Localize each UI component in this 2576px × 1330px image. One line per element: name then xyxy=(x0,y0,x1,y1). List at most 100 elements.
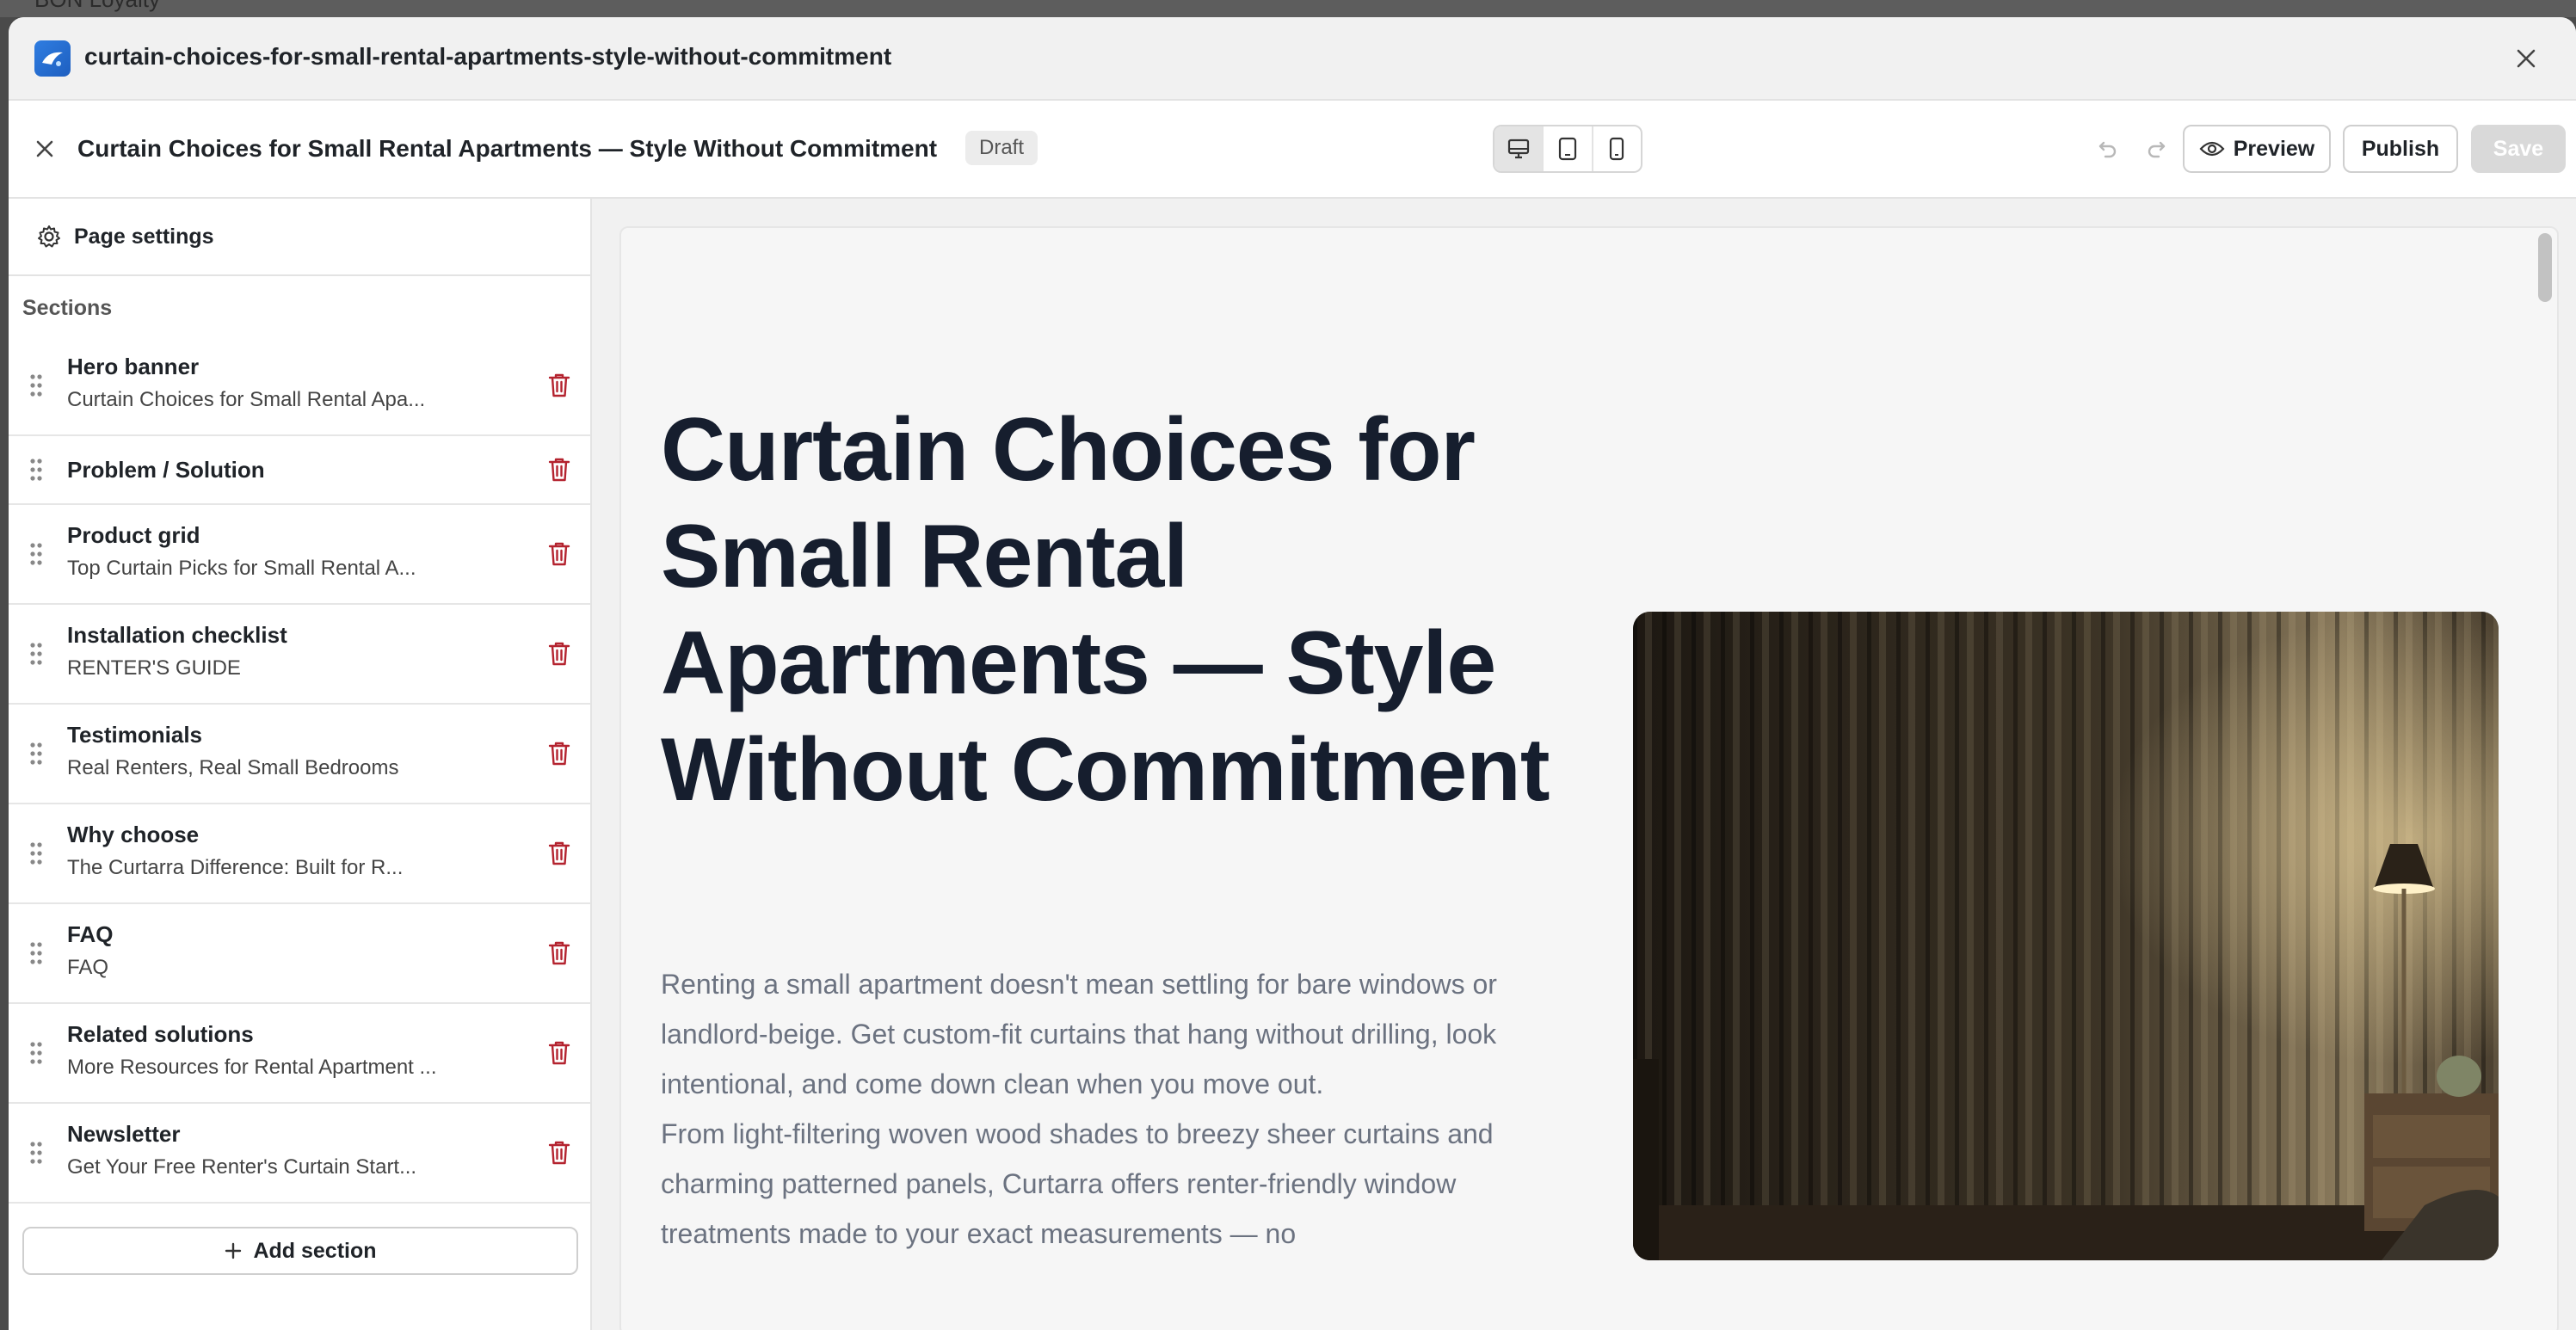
delete-section-button[interactable] xyxy=(545,639,573,668)
tablet-view-button[interactable] xyxy=(1544,126,1593,171)
preview-button-label: Preview xyxy=(2233,136,2315,161)
delete-section-button[interactable] xyxy=(545,539,573,569)
background-app-label: BON Loyalty xyxy=(34,0,160,13)
delete-section-button[interactable] xyxy=(545,839,573,868)
section-subtitle: Top Curtain Picks for Small Rental A... xyxy=(67,557,416,580)
save-button[interactable]: Save xyxy=(2471,125,2566,173)
background-app-strip: BON Loyalty xyxy=(0,0,2576,17)
hero-title[interactable]: Curtain Choices for Small Rental Apartme… xyxy=(661,397,1573,823)
drag-handle-icon[interactable] xyxy=(29,941,43,965)
section-subtitle: Curtain Choices for Small Rental Apa... xyxy=(67,388,426,411)
section-title: Why choose xyxy=(67,822,200,847)
section-subtitle: Get Your Free Renter's Curtain Start... xyxy=(67,1155,417,1179)
section-item-newsletter[interactable]: Newsletter Get Your Free Renter's Curtai… xyxy=(9,1104,590,1204)
redo-button[interactable] xyxy=(2139,132,2173,166)
section-title: FAQ xyxy=(67,921,114,947)
section-item-problem-solution[interactable]: Problem / Solution xyxy=(9,436,590,505)
device-switcher xyxy=(1493,125,1642,173)
delete-section-button[interactable] xyxy=(545,371,573,400)
section-subtitle: FAQ xyxy=(67,956,109,979)
gear-icon xyxy=(38,225,60,248)
section-title: Newsletter xyxy=(67,1121,181,1147)
save-button-label: Save xyxy=(2493,136,2544,161)
trash-icon xyxy=(548,642,570,666)
plus-icon xyxy=(225,1242,242,1259)
delete-section-button[interactable] xyxy=(545,939,573,968)
app-logo-icon xyxy=(34,40,71,77)
hero-paragraph: From light-filtering woven wood shades t… xyxy=(661,1118,1494,1249)
close-editor-button[interactable] xyxy=(28,132,62,166)
close-icon xyxy=(2517,49,2536,68)
drag-handle-icon[interactable] xyxy=(29,542,43,566)
add-section-button[interactable]: Add section xyxy=(22,1227,578,1275)
page-title: Curtain Choices for Small Rental Apartme… xyxy=(77,135,938,162)
section-subtitle: The Curtarra Difference: Built for R... xyxy=(67,856,404,879)
delete-section-button[interactable] xyxy=(545,455,573,484)
trash-icon xyxy=(548,373,570,397)
section-item-related-solutions[interactable]: Related solutions More Resources for Ren… xyxy=(9,1004,590,1104)
section-title: Product grid xyxy=(67,522,200,548)
drag-handle-icon[interactable] xyxy=(29,1041,43,1065)
section-item-product-grid[interactable]: Product grid Top Curtain Picks for Small… xyxy=(9,505,590,605)
hero-image[interactable] xyxy=(1633,612,2499,1260)
delete-section-button[interactable] xyxy=(545,1138,573,1167)
drag-handle-icon[interactable] xyxy=(29,1141,43,1165)
curtain-bedroom-image xyxy=(1633,612,2499,1260)
section-title: Related solutions xyxy=(67,1021,254,1047)
trash-icon xyxy=(548,941,570,965)
trash-icon xyxy=(548,841,570,865)
sections-heading: Sections xyxy=(22,296,113,320)
delete-section-button[interactable] xyxy=(545,739,573,768)
section-item-hero-banner[interactable]: Hero banner Curtain Choices for Small Re… xyxy=(9,336,590,436)
close-icon xyxy=(36,140,53,157)
section-title: Hero banner xyxy=(67,354,200,379)
eye-icon xyxy=(2199,141,2225,157)
add-section-label: Add section xyxy=(253,1238,377,1263)
close-window-button[interactable] xyxy=(2511,43,2542,74)
page-settings-label: Page settings xyxy=(74,224,214,249)
sections-sidebar: Page settings Sections Hero banner Curta… xyxy=(9,199,592,1330)
editor-toolbar: Curtain Choices for Small Rental Apartme… xyxy=(9,101,2576,199)
undo-button[interactable] xyxy=(2091,132,2125,166)
drag-handle-icon[interactable] xyxy=(29,642,43,666)
delete-section-button[interactable] xyxy=(545,1038,573,1068)
preview-button[interactable]: Preview xyxy=(2183,125,2331,173)
mobile-view-button[interactable] xyxy=(1593,126,1641,171)
section-item-testimonials[interactable]: Testimonials Real Renters, Real Small Be… xyxy=(9,705,590,804)
trash-icon xyxy=(548,742,570,766)
section-item-why-choose[interactable]: Why choose The Curtarra Difference: Buil… xyxy=(9,804,590,904)
desktop-icon xyxy=(1507,139,1529,159)
desktop-view-button[interactable] xyxy=(1494,126,1544,171)
section-item-installation-checklist[interactable]: Installation checklist RENTER'S GUIDE xyxy=(9,605,590,705)
trash-icon xyxy=(548,458,570,482)
tablet-icon xyxy=(1558,137,1577,161)
section-title: Installation checklist xyxy=(67,622,287,648)
section-subtitle: Real Renters, Real Small Bedrooms xyxy=(67,756,399,779)
hero-paragraph: Renting a small apartment doesn't mean s… xyxy=(661,969,1497,1099)
trash-icon xyxy=(548,542,570,566)
redo-icon xyxy=(2148,141,2166,158)
section-list: Hero banner Curtain Choices for Small Re… xyxy=(9,336,590,1204)
publish-button-label: Publish xyxy=(2361,136,2440,161)
trash-icon xyxy=(548,1141,570,1165)
section-title: Problem / Solution xyxy=(67,457,265,483)
drag-handle-icon[interactable] xyxy=(29,742,43,766)
section-item-faq[interactable]: FAQ FAQ xyxy=(9,904,590,1004)
status-badge: Draft xyxy=(965,131,1038,165)
drag-handle-icon[interactable] xyxy=(29,373,43,397)
preview-scrollbar[interactable] xyxy=(2538,233,2552,302)
publish-button[interactable]: Publish xyxy=(2343,125,2458,173)
undo-icon xyxy=(2098,141,2117,158)
drag-handle-icon[interactable] xyxy=(29,458,43,482)
section-title: Testimonials xyxy=(67,722,203,748)
hero-body[interactable]: Renting a small apartment doesn't mean s… xyxy=(661,959,1538,1259)
page-editor-modal: curtain-choices-for-small-rental-apartme… xyxy=(9,17,2576,1330)
page-preview-frame[interactable]: Curtain Choices for Small Rental Apartme… xyxy=(619,226,2559,1330)
drag-handle-icon[interactable] xyxy=(29,841,43,865)
trash-icon xyxy=(548,1041,570,1065)
mobile-icon xyxy=(1610,137,1624,161)
window-titlebar: curtain-choices-for-small-rental-apartme… xyxy=(9,17,2576,101)
page-settings-button[interactable]: Page settings xyxy=(9,199,590,276)
section-subtitle: RENTER'S GUIDE xyxy=(67,656,241,680)
window-title: curtain-choices-for-small-rental-apartme… xyxy=(84,43,892,70)
